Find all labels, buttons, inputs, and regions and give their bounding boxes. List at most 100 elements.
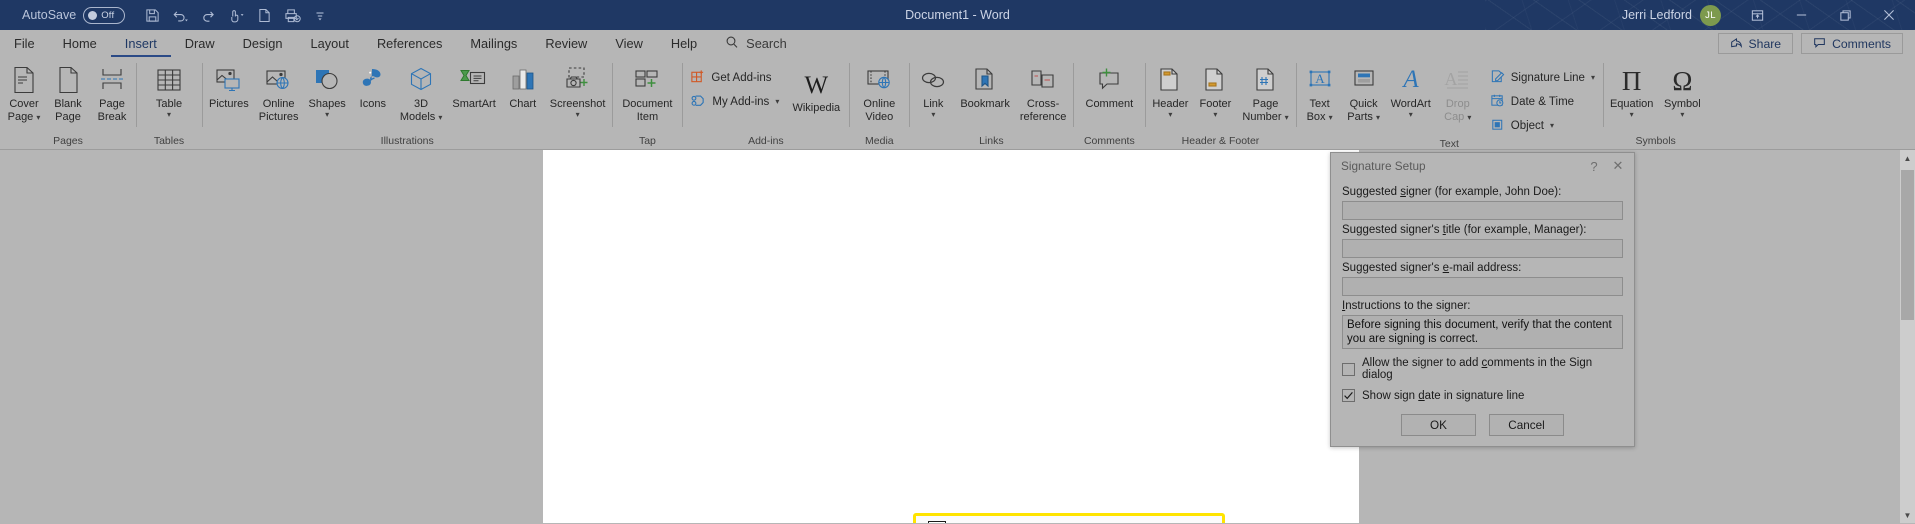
minimize-icon[interactable]: [1779, 0, 1823, 30]
account-name[interactable]: Jerri Ledford: [1622, 8, 1692, 22]
tab-layout[interactable]: Layout: [297, 30, 363, 57]
chevron-down-icon[interactable]: ▾: [1376, 113, 1380, 122]
wikipedia-button[interactable]: W Wikipedia: [785, 61, 847, 115]
scroll-down-icon[interactable]: ▼: [1900, 507, 1915, 523]
document-item-button[interactable]: Document Item: [614, 61, 680, 123]
chevron-down-icon[interactable]: ▾: [1213, 110, 1217, 119]
chart-button[interactable]: Chart: [501, 61, 545, 111]
help-icon[interactable]: ?: [1582, 159, 1606, 174]
date-and-time-button[interactable]: Date & Time: [1484, 91, 1601, 112]
chevron-down-icon[interactable]: ▾: [1591, 73, 1595, 82]
chevron-down-icon[interactable]: ▾: [1329, 113, 1333, 122]
chevron-down-icon[interactable]: ▾: [1550, 121, 1554, 130]
close-icon[interactable]: [1867, 0, 1911, 30]
symbol-button[interactable]: Ω Symbol ▾: [1658, 61, 1706, 119]
document-page[interactable]: [543, 150, 1359, 523]
chevron-down-icon[interactable]: ▾: [36, 113, 40, 122]
object-button[interactable]: Object ▾: [1484, 115, 1601, 136]
tab-help[interactable]: Help: [657, 30, 711, 57]
comment-button[interactable]: Comment: [1075, 61, 1143, 111]
suggested-signer-input[interactable]: [1342, 201, 1623, 220]
screenshot-button[interactable]: Screenshot ▾: [545, 61, 611, 119]
smartart-button[interactable]: SmartArt: [447, 61, 500, 111]
chevron-down-icon[interactable]: ▾: [931, 110, 935, 119]
online-video-button[interactable]: Online Video: [851, 61, 907, 123]
tab-mailings[interactable]: Mailings: [456, 30, 531, 57]
touch-mode-icon[interactable]: [223, 3, 249, 27]
tab-insert[interactable]: Insert: [110, 30, 171, 57]
share-button[interactable]: Share: [1717, 33, 1794, 54]
suggested-signer-title-input[interactable]: [1342, 239, 1623, 258]
autosave-toggle[interactable]: Off: [83, 6, 126, 24]
suggested-signer-email-input[interactable]: [1342, 277, 1623, 296]
tab-view[interactable]: View: [601, 30, 657, 57]
comments-button[interactable]: Comments: [1801, 33, 1903, 54]
chevron-down-icon[interactable]: ▾: [775, 97, 779, 106]
scrollbar-thumb[interactable]: [1901, 170, 1914, 320]
header-button[interactable]: Header ▾: [1147, 61, 1193, 119]
drop-cap-button[interactable]: A Drop Cap ▾: [1436, 61, 1480, 123]
table-button[interactable]: Table ▾: [138, 61, 200, 119]
save-icon[interactable]: [139, 3, 165, 27]
wordart-button[interactable]: A WordArt ▾: [1386, 61, 1436, 119]
autosave-control[interactable]: AutoSave Off: [22, 6, 126, 24]
allow-comments-row[interactable]: Allow the signer to add comments in the …: [1342, 357, 1623, 381]
chevron-down-icon[interactable]: ▾: [1168, 110, 1172, 119]
undo-icon[interactable]: [167, 3, 193, 27]
bookmark-button[interactable]: Bookmark: [955, 61, 1015, 111]
show-sign-date-checkbox[interactable]: [1342, 389, 1355, 402]
vertical-scrollbar[interactable]: ▲ ▼: [1900, 150, 1915, 523]
print-preview-icon[interactable]: [279, 3, 305, 27]
chevron-down-icon[interactable]: ▾: [1409, 110, 1413, 119]
new-document-icon[interactable]: [251, 3, 277, 27]
allow-comments-checkbox[interactable]: [1342, 362, 1355, 376]
signature-line-button[interactable]: Signature Line ▾: [1484, 67, 1601, 88]
ribbon-display-options-icon[interactable]: [1735, 0, 1779, 30]
chevron-down-icon[interactable]: ▾: [576, 110, 580, 119]
my-add-ins-button[interactable]: My Add-ins ▾: [684, 91, 785, 112]
scroll-up-icon[interactable]: ▲: [1900, 150, 1915, 166]
instructions-textarea[interactable]: Before signing this document, verify tha…: [1342, 315, 1623, 349]
restore-icon[interactable]: [1823, 0, 1867, 30]
redo-icon[interactable]: [195, 3, 221, 27]
chevron-down-icon[interactable]: ▾: [1285, 113, 1289, 122]
cancel-button[interactable]: Cancel: [1489, 414, 1564, 436]
pictures-button[interactable]: Pictures: [204, 61, 254, 111]
show-sign-date-row[interactable]: Show sign date in signature line: [1342, 389, 1623, 402]
chevron-down-icon[interactable]: ▾: [438, 113, 442, 122]
group-label-header-footer: Header & Footer: [1181, 135, 1260, 147]
close-icon[interactable]: ✕: [1606, 158, 1630, 174]
chevron-down-icon[interactable]: ▾: [1467, 113, 1471, 122]
tab-home[interactable]: Home: [49, 30, 111, 57]
blank-page-button[interactable]: Blank Page: [46, 61, 90, 123]
shapes-button[interactable]: Shapes ▾: [304, 61, 351, 119]
footer-label: Footer: [1199, 98, 1232, 110]
cover-page-button[interactable]: Cover Page ▾: [2, 61, 46, 123]
page-break-button[interactable]: Page Break: [90, 61, 134, 123]
tab-design[interactable]: Design: [229, 30, 297, 57]
footer-button[interactable]: Footer ▾: [1193, 61, 1237, 119]
page-number-button[interactable]: Page Number ▾: [1237, 61, 1293, 123]
tab-review[interactable]: Review: [531, 30, 601, 57]
link-button[interactable]: Link ▾: [911, 61, 955, 119]
ok-button[interactable]: OK: [1401, 414, 1476, 436]
get-add-ins-button[interactable]: Get Add-ins: [684, 67, 785, 88]
quick-parts-button[interactable]: Quick Parts ▾: [1342, 61, 1386, 123]
tab-file[interactable]: File: [0, 30, 49, 57]
3d-models-button[interactable]: 3D Models ▾: [395, 61, 448, 123]
search-box[interactable]: Search: [725, 35, 787, 52]
chevron-down-icon[interactable]: ▾: [1680, 110, 1684, 119]
chevron-down-icon[interactable]: ▾: [167, 110, 171, 119]
text-box-button[interactable]: A Text Box ▾: [1298, 61, 1342, 123]
tab-draw[interactable]: Draw: [171, 30, 229, 57]
chevron-down-icon[interactable]: ▾: [325, 110, 329, 119]
icons-button[interactable]: Icons: [351, 61, 395, 111]
tab-references[interactable]: References: [363, 30, 456, 57]
signature-setup-dialog[interactable]: Signature Setup ? ✕ Suggested signer (fo…: [1330, 152, 1635, 447]
equation-button[interactable]: Π Equation ▾: [1605, 61, 1658, 119]
customize-quick-access-icon[interactable]: [307, 3, 333, 27]
chevron-down-icon[interactable]: ▾: [1630, 110, 1634, 119]
cross-reference-button[interactable]: Cross- reference: [1015, 61, 1071, 123]
online-pictures-button[interactable]: Online Pictures: [254, 61, 304, 123]
avatar[interactable]: JL: [1700, 4, 1721, 26]
